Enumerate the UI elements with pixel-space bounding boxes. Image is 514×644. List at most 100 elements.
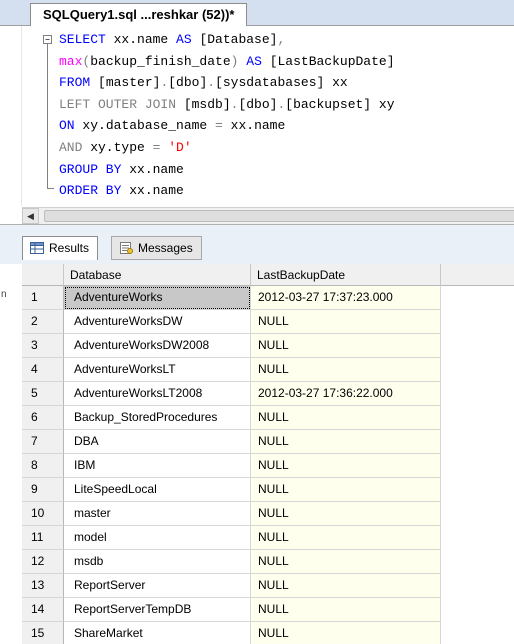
tab-messages[interactable]: Messages (111, 236, 202, 260)
scroll-left-icon[interactable]: ◀ (22, 208, 39, 224)
code-token: xy.database_name (74, 118, 216, 134)
table-row[interactable]: 5 AdventureWorksLT2008 2012-03-27 17:36:22… (22, 382, 514, 406)
cell-database[interactable]: LiteSpeedLocal (64, 478, 251, 502)
cell-database[interactable]: Backup_StoredProcedures (64, 406, 251, 430)
code-token: AND (59, 139, 83, 155)
query-editor[interactable]: − SELECT xx.name AS [Database], max(backu… (0, 26, 514, 206)
code-token: AS (238, 53, 270, 69)
row-number[interactable]: 4 (22, 358, 64, 382)
table-row[interactable]: 9 LiteSpeedLocal NULL (22, 478, 514, 502)
row-number[interactable]: 1 (22, 286, 64, 310)
results-grid[interactable]: Database LastBackupDate 1 AdventureWorks 2… (22, 264, 514, 644)
cell-database[interactable]: ShareMarket (64, 622, 251, 644)
cell-lastbackupdate[interactable]: NULL (251, 478, 441, 502)
cell-lastbackupdate[interactable]: NULL (251, 430, 441, 454)
grid-header: Database LastBackupDate (22, 264, 514, 286)
row-number[interactable]: 5 (22, 382, 64, 406)
code-token: . (207, 75, 216, 91)
code-token: xy.type (82, 139, 153, 155)
editor-horizontal-scrollbar[interactable]: ◀ (22, 207, 514, 224)
row-number[interactable]: 3 (22, 334, 64, 358)
cell-lastbackupdate[interactable]: 2012-03-27 17:37:23.000 (251, 286, 441, 310)
cell-lastbackupdate[interactable]: NULL (251, 598, 441, 622)
cell-database[interactable]: master (64, 502, 251, 526)
cell-database[interactable]: AdventureWorksDW (64, 310, 251, 334)
code-token: FROM (59, 75, 91, 91)
cell-lastbackupdate[interactable]: NULL (251, 622, 441, 644)
cell-database[interactable]: model (64, 526, 251, 550)
code-token: [master] (90, 75, 161, 91)
column-header-lastbackupdate[interactable]: LastBackupDate (251, 264, 441, 286)
code-line[interactable]: AND xy.type = 'D' (59, 137, 395, 159)
code-token: [Database] (191, 32, 278, 47)
row-number[interactable]: 15 (22, 622, 64, 644)
row-number[interactable]: 13 (22, 574, 64, 598)
cell-lastbackupdate[interactable]: NULL (251, 574, 441, 598)
table-row[interactable]: 14 ReportServerTempDB NULL (22, 598, 514, 622)
row-number-header[interactable] (22, 264, 64, 286)
code-line[interactable]: GROUP BY xx.name (59, 159, 395, 181)
row-number[interactable]: 10 (22, 502, 64, 526)
code-token: max (59, 53, 83, 69)
table-row[interactable]: 6 Backup_StoredProcedures NULL (22, 406, 514, 430)
code-line[interactable]: LEFT OUTER JOIN [msdb].[dbo].[backupset]… (59, 94, 395, 116)
table-row[interactable]: 11 model NULL (22, 526, 514, 550)
row-number[interactable]: 8 (22, 454, 64, 478)
table-row[interactable]: 7 DBA NULL (22, 430, 514, 454)
row-number[interactable]: 11 (22, 526, 64, 550)
code-line[interactable]: ORDER BY xx.name (59, 180, 395, 202)
cell-database[interactable]: AdventureWorksLT (64, 358, 251, 382)
table-row[interactable]: 3 AdventureWorksDW2008 NULL (22, 334, 514, 358)
tab-results[interactable]: Results (22, 236, 99, 260)
cell-lastbackupdate[interactable]: NULL (251, 550, 441, 574)
cell-lastbackupdate[interactable]: 2012-03-27 17:36:22.000 (251, 382, 441, 406)
collapse-icon[interactable]: − (43, 35, 52, 44)
cell-lastbackupdate[interactable]: NULL (251, 310, 441, 334)
cell-database[interactable]: msdb (64, 550, 251, 574)
code-token: [dbo] (238, 96, 278, 112)
row-number[interactable]: 2 (22, 310, 64, 334)
cell-lastbackupdate[interactable]: NULL (251, 454, 441, 478)
row-number[interactable]: 12 (22, 550, 64, 574)
row-number[interactable]: 9 (22, 478, 64, 502)
cell-database[interactable]: ReportServer (64, 574, 251, 598)
table-row[interactable]: 4 AdventureWorksLT NULL (22, 358, 514, 382)
cell-lastbackupdate[interactable]: NULL (251, 358, 441, 382)
row-number[interactable]: 6 (22, 406, 64, 430)
editor-tab-sqlquery1[interactable]: SQLQuery1.sql ...reshkar (52))* (30, 3, 248, 26)
table-row[interactable]: 15 ShareMarket NULL (22, 622, 514, 644)
code-token: xx.name (222, 118, 286, 134)
table-row[interactable]: 10 master NULL (22, 502, 514, 526)
code-line[interactable]: ON xy.database_name = xx.name (59, 115, 395, 137)
code-line[interactable]: FROM [master].[dbo].[sysdatabases] xx (59, 72, 395, 94)
code-line[interactable]: SELECT xx.name AS [Database], (59, 29, 395, 51)
cell-database[interactable]: AdventureWorks (64, 286, 251, 310)
cell-database[interactable]: AdventureWorksLT2008 (64, 382, 251, 406)
table-row[interactable]: 8 IBM NULL (22, 454, 514, 478)
messages-icon (120, 242, 133, 254)
table-row[interactable]: 13 ReportServer NULL (22, 574, 514, 598)
code-token: xx.name (121, 183, 184, 199)
row-number[interactable]: 14 (22, 598, 64, 622)
cell-lastbackupdate[interactable]: NULL (251, 334, 441, 358)
cell-database[interactable]: ReportServerTempDB (64, 598, 251, 622)
results-tab-bar: Results Messages (0, 224, 514, 264)
scrollbar-thumb[interactable] (44, 210, 514, 222)
table-row[interactable]: 2 AdventureWorksDW NULL (22, 310, 514, 334)
sql-code[interactable]: SELECT xx.name AS [Database], max(backup_… (59, 29, 395, 202)
code-line[interactable]: max(backup_finish_date) AS [LastBackupDa… (59, 51, 395, 73)
cell-database[interactable]: DBA (64, 430, 251, 454)
tab-messages-label: Messages (138, 241, 193, 255)
cell-lastbackupdate[interactable]: NULL (251, 406, 441, 430)
cell-database[interactable]: IBM (64, 454, 251, 478)
left-panel-edge (0, 264, 22, 644)
row-number[interactable]: 7 (22, 430, 64, 454)
cell-database[interactable]: AdventureWorksDW2008 (64, 334, 251, 358)
table-row[interactable]: 1 AdventureWorks 2012-03-27 17:37:23.000 (22, 286, 514, 310)
column-header-database[interactable]: Database (64, 264, 251, 286)
code-token: [backupset] xy (285, 96, 395, 112)
code-token: , (277, 32, 286, 47)
cell-lastbackupdate[interactable]: NULL (251, 502, 441, 526)
cell-lastbackupdate[interactable]: NULL (251, 526, 441, 550)
table-row[interactable]: 12 msdb NULL (22, 550, 514, 574)
